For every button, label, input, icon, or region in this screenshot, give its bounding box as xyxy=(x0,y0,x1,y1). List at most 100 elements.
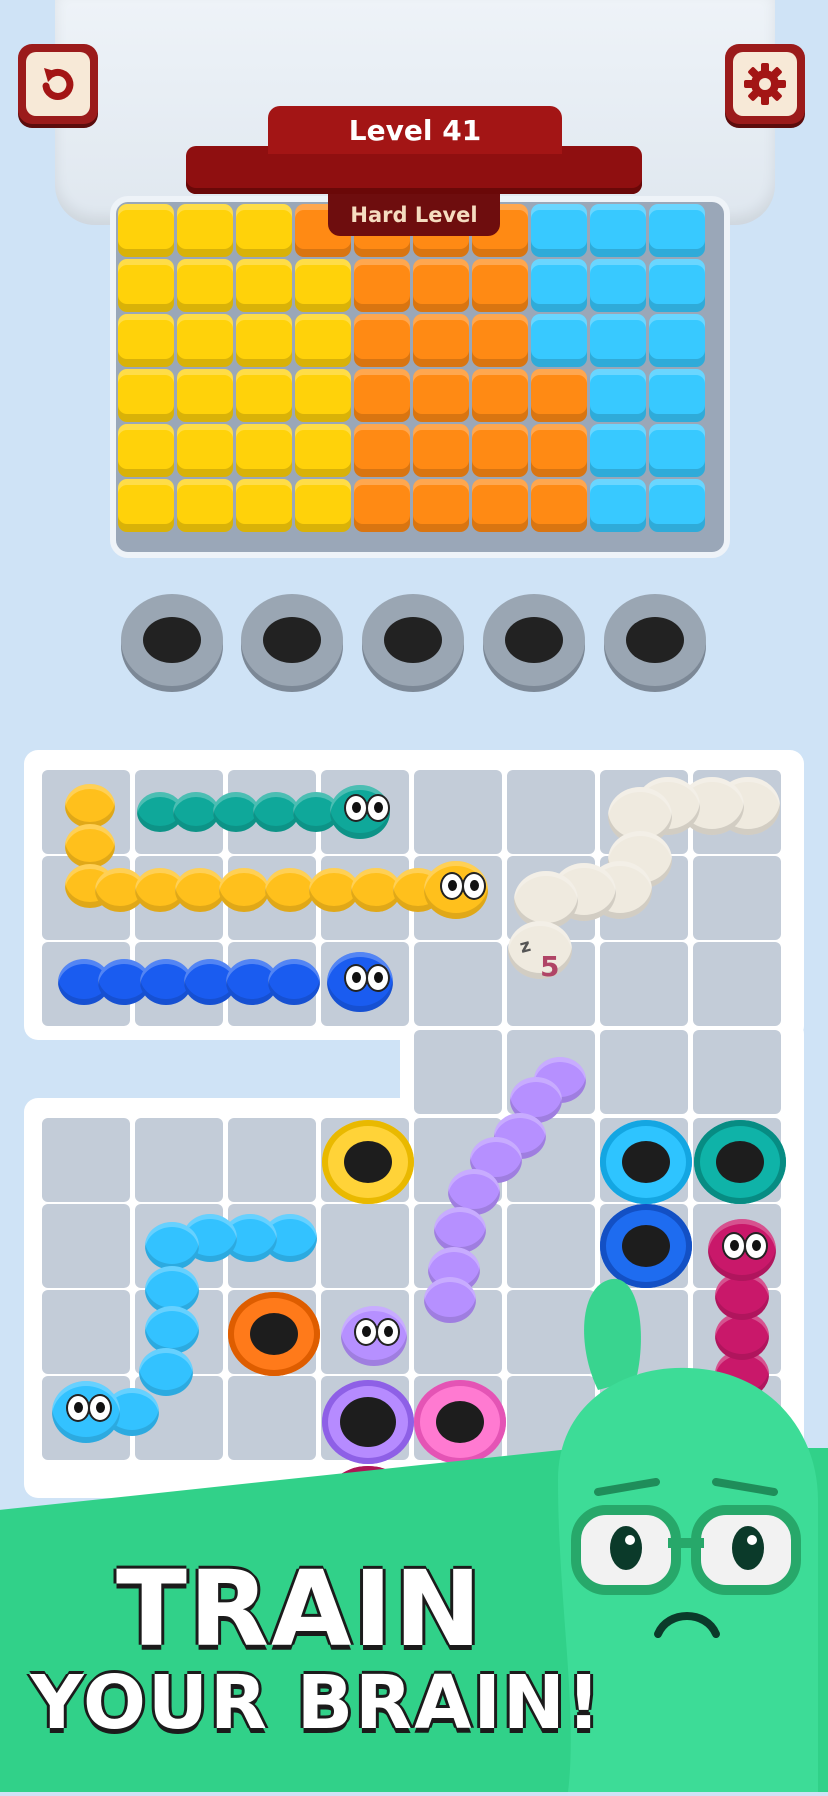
color-block xyxy=(472,479,528,532)
color-block xyxy=(236,314,292,367)
pink-exit-ring xyxy=(414,1380,506,1464)
lightblue-worm-segment xyxy=(145,1222,199,1270)
purple-exit-ring xyxy=(322,1380,414,1464)
color-block xyxy=(649,204,705,257)
color-block xyxy=(590,204,646,257)
board-cell[interactable] xyxy=(414,770,502,854)
color-block xyxy=(649,479,705,532)
slot-hole[interactable] xyxy=(241,594,343,686)
worm-eye xyxy=(344,794,368,822)
worm-eye xyxy=(366,794,390,822)
settings-button[interactable] xyxy=(725,44,805,124)
yellow-worm-segment xyxy=(219,868,269,912)
color-block xyxy=(177,314,233,367)
blue-worm-segment xyxy=(268,959,320,1005)
restart-button[interactable] xyxy=(18,44,98,124)
color-block xyxy=(531,424,587,477)
color-block xyxy=(236,204,292,257)
worm-eye xyxy=(66,1394,90,1422)
color-block xyxy=(472,314,528,367)
color-block xyxy=(531,314,587,367)
worm-eye xyxy=(462,872,486,900)
color-block xyxy=(118,204,174,257)
slot-hole[interactable] xyxy=(121,594,223,686)
board-cell[interactable] xyxy=(42,1290,130,1374)
color-block xyxy=(177,369,233,422)
board-cell[interactable] xyxy=(414,942,502,1026)
difficulty-label: Hard Level xyxy=(328,194,500,236)
block-tray xyxy=(110,196,730,558)
worm-eye xyxy=(722,1232,746,1260)
board-cell[interactable] xyxy=(135,1118,223,1202)
board-cell[interactable] xyxy=(414,1030,502,1114)
color-block xyxy=(295,369,351,422)
worm-eye xyxy=(366,964,390,992)
color-block xyxy=(649,259,705,312)
color-block xyxy=(295,314,351,367)
worm-eye xyxy=(88,1394,112,1422)
color-block xyxy=(177,204,233,257)
color-block xyxy=(413,369,469,422)
worm-eye xyxy=(344,964,368,992)
board-cell[interactable] xyxy=(693,942,781,1026)
color-block xyxy=(177,259,233,312)
color-block xyxy=(236,369,292,422)
promo-line-2: YOUR BRAIN! xyxy=(30,1660,603,1746)
orange-exit-ring xyxy=(228,1292,320,1376)
lightblue-worm-segment xyxy=(139,1348,193,1396)
color-block xyxy=(413,424,469,477)
board-cell[interactable] xyxy=(42,1204,130,1288)
level-title: Level 41 xyxy=(268,106,562,154)
worm-eye xyxy=(376,1318,400,1346)
color-block xyxy=(354,424,410,477)
worm-eye xyxy=(744,1232,768,1260)
color-block xyxy=(590,424,646,477)
color-block xyxy=(354,479,410,532)
color-block xyxy=(590,479,646,532)
color-block xyxy=(295,479,351,532)
purple-worm-segment xyxy=(424,1277,476,1323)
color-block xyxy=(295,259,351,312)
color-block xyxy=(531,204,587,257)
color-block xyxy=(590,314,646,367)
lightblue-worm-segment xyxy=(145,1306,199,1354)
color-block xyxy=(118,314,174,367)
yellow-worm-segment xyxy=(65,784,115,828)
color-block xyxy=(472,369,528,422)
color-block xyxy=(413,259,469,312)
sleep-counter: 5 xyxy=(540,950,560,983)
board-cell[interactable] xyxy=(321,1204,409,1288)
color-block xyxy=(531,479,587,532)
color-block xyxy=(118,424,174,477)
board-cell[interactable] xyxy=(600,942,688,1026)
color-block xyxy=(590,369,646,422)
promo-line-1: TRAIN xyxy=(116,1548,484,1670)
color-block xyxy=(531,369,587,422)
restart-icon xyxy=(26,52,90,116)
board-cell[interactable] xyxy=(693,1030,781,1114)
color-block xyxy=(531,259,587,312)
board-cell[interactable] xyxy=(693,856,781,940)
color-block xyxy=(413,314,469,367)
yellow-worm-segment xyxy=(265,868,315,912)
board-cell[interactable] xyxy=(600,1030,688,1114)
slot-hole[interactable] xyxy=(362,594,464,686)
color-block xyxy=(236,424,292,477)
color-block xyxy=(177,479,233,532)
board-cell[interactable] xyxy=(507,770,595,854)
color-block xyxy=(354,314,410,367)
color-block xyxy=(472,259,528,312)
color-block xyxy=(649,314,705,367)
color-block xyxy=(354,369,410,422)
color-block xyxy=(236,479,292,532)
board-cell[interactable] xyxy=(228,1376,316,1460)
gear-icon xyxy=(733,52,797,116)
board-cell[interactable] xyxy=(228,1118,316,1202)
purple-worm-segment xyxy=(434,1207,486,1253)
board-cell[interactable] xyxy=(42,1118,130,1202)
color-block xyxy=(236,259,292,312)
slot-hole[interactable] xyxy=(604,594,706,686)
color-block xyxy=(118,369,174,422)
color-block xyxy=(118,479,174,532)
slot-hole[interactable] xyxy=(483,594,585,686)
